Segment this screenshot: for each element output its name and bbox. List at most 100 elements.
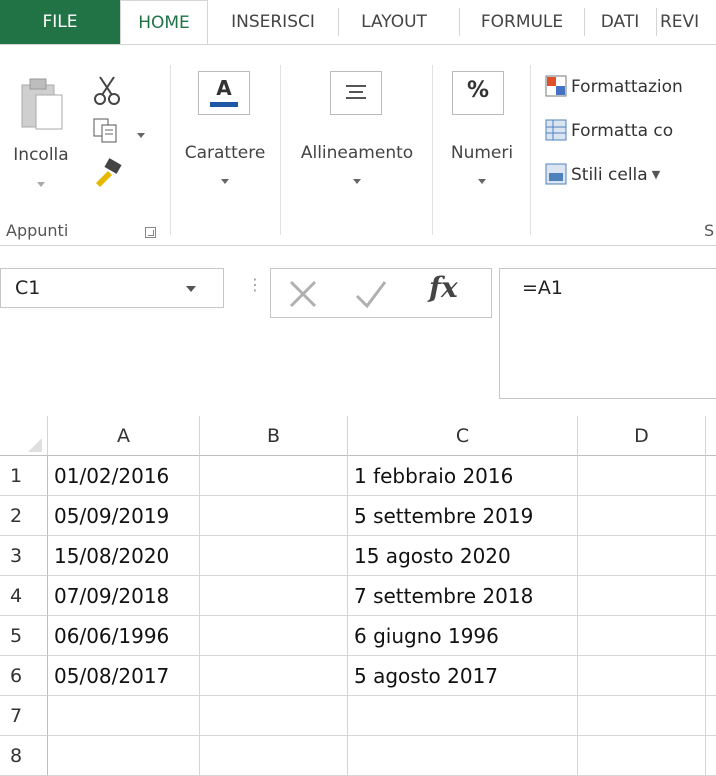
cell-E6[interactable]	[706, 656, 716, 696]
cell-D3[interactable]	[578, 536, 706, 576]
cell-B4[interactable]	[200, 576, 348, 616]
clipboard-group-label: Appunti	[6, 221, 69, 240]
row-header-1[interactable]: 1	[0, 456, 48, 496]
cell-A1[interactable]: 01/02/2016	[48, 456, 200, 496]
cell-E3[interactable]	[706, 536, 716, 576]
cell-B5[interactable]	[200, 616, 348, 656]
font-color-bar	[210, 102, 238, 107]
alignment-label: Allineamento	[300, 143, 414, 163]
cell-A3[interactable]: 15/08/2020	[48, 536, 200, 576]
copy-icon[interactable]	[92, 117, 120, 145]
font-icon-letter: A	[216, 76, 232, 100]
alignment-button[interactable]: Allineamento	[282, 55, 432, 205]
paste-label: Incolla	[13, 145, 69, 165]
cell-D6[interactable]	[578, 656, 706, 696]
row-header-4[interactable]: 4	[0, 576, 48, 616]
cell-C1[interactable]: 1 febbraio 2016	[348, 456, 578, 496]
format-painter-icon[interactable]	[92, 157, 122, 187]
dialog-launcher-icon[interactable]	[145, 227, 156, 238]
paste-button[interactable]: Incolla	[8, 75, 74, 205]
percent-symbol: %	[466, 78, 490, 103]
ribbon-home: Incolla Appunti A Carattere Allineamento…	[0, 45, 716, 245]
cut-icon[interactable]	[92, 75, 122, 105]
column-header-c[interactable]: C	[348, 416, 578, 456]
font-button[interactable]: A Carattere	[172, 55, 278, 205]
cell-D4[interactable]	[578, 576, 706, 616]
cell-styles-button[interactable]: Stili cella ▼	[545, 163, 660, 185]
chevron-down-icon[interactable]	[186, 286, 196, 292]
row-header-6[interactable]: 6	[0, 656, 48, 696]
row-header-7[interactable]: 7	[0, 696, 48, 736]
cell-B3[interactable]	[200, 536, 348, 576]
select-all-icon	[28, 438, 42, 452]
cell-E2[interactable]	[706, 496, 716, 536]
column-header-d[interactable]: D	[578, 416, 706, 456]
cancel-icon[interactable]	[285, 276, 321, 312]
cell-E4[interactable]	[706, 576, 716, 616]
cell-D5[interactable]	[578, 616, 706, 656]
cell-E8[interactable]	[706, 736, 716, 776]
cell-B1[interactable]	[200, 456, 348, 496]
cell-A8[interactable]	[48, 736, 200, 776]
worksheet-grid: A B C D 1 01/02/2016 1 febbraio 2016 2 05/09…	[0, 416, 716, 776]
number-button[interactable]: % Numeri	[434, 55, 530, 205]
chevron-down-icon	[353, 179, 361, 184]
chevron-down-icon	[37, 182, 45, 187]
cell-A6[interactable]: 05/08/2017	[48, 656, 200, 696]
tab-file[interactable]: FILE	[0, 0, 120, 44]
formula-bar-grip[interactable]: ⋮	[247, 275, 263, 294]
cell-B2[interactable]	[200, 496, 348, 536]
tab-inserisci[interactable]: INSERISCI	[208, 0, 338, 44]
group-divider	[530, 65, 531, 235]
cell-C2[interactable]: 5 settembre 2019	[348, 496, 578, 536]
insert-function-icon[interactable]: fx	[429, 271, 458, 304]
formula-text[interactable]: =A1	[522, 277, 563, 299]
cell-B7[interactable]	[200, 696, 348, 736]
cell-C3[interactable]: 15 agosto 2020	[348, 536, 578, 576]
column-header-a[interactable]: A	[48, 416, 200, 456]
select-all-button[interactable]	[0, 416, 48, 456]
tab-formule[interactable]: FORMULE	[462, 0, 582, 44]
conditional-formatting-button[interactable]: Formattazion	[545, 75, 683, 97]
tab-revisione[interactable]: REVI	[660, 0, 716, 44]
cell-E7[interactable]	[706, 696, 716, 736]
cell-C8[interactable]	[348, 736, 578, 776]
row-header-8[interactable]: 8	[0, 736, 48, 776]
column-header-b[interactable]: B	[200, 416, 348, 456]
cell-E5[interactable]	[706, 616, 716, 656]
tab-divider	[584, 8, 585, 36]
chevron-down-icon: ▼	[651, 168, 661, 181]
chevron-down-icon	[478, 179, 486, 184]
tab-home[interactable]: HOME	[120, 0, 208, 45]
formula-input[interactable]: =A1	[499, 268, 716, 399]
group-divider	[432, 65, 433, 235]
cell-B6[interactable]	[200, 656, 348, 696]
cell-C5[interactable]: 6 giugno 1996	[348, 616, 578, 656]
cell-D1[interactable]	[578, 456, 706, 496]
tab-layout[interactable]: LAYOUT	[339, 0, 449, 44]
number-label: Numeri	[450, 143, 514, 163]
cell-A2[interactable]: 05/09/2019	[48, 496, 200, 536]
row-header-2[interactable]: 2	[0, 496, 48, 536]
format-as-table-button[interactable]: Formatta co	[545, 119, 673, 141]
column-header-e[interactable]	[706, 416, 716, 456]
cell-B8[interactable]	[200, 736, 348, 776]
enter-check-icon[interactable]	[353, 276, 389, 312]
cell-A4[interactable]: 07/09/2018	[48, 576, 200, 616]
row-header-3[interactable]: 3	[0, 536, 48, 576]
format-as-table-label: Formatta co	[571, 121, 674, 141]
cell-A7[interactable]	[48, 696, 200, 736]
cell-C4[interactable]: 7 settembre 2018	[348, 576, 578, 616]
cell-C6[interactable]: 5 agosto 2017	[348, 656, 578, 696]
cell-D8[interactable]	[578, 736, 706, 776]
cell-D2[interactable]	[578, 496, 706, 536]
cell-D7[interactable]	[578, 696, 706, 736]
tab-dati[interactable]: DATI	[586, 0, 654, 44]
cell-E1[interactable]	[706, 456, 716, 496]
formula-buttons: fx	[270, 268, 492, 318]
cell-A5[interactable]: 06/06/1996	[48, 616, 200, 656]
align-center-icon	[330, 71, 382, 115]
chevron-down-icon[interactable]	[137, 133, 145, 138]
cell-C7[interactable]	[348, 696, 578, 736]
row-header-5[interactable]: 5	[0, 616, 48, 656]
